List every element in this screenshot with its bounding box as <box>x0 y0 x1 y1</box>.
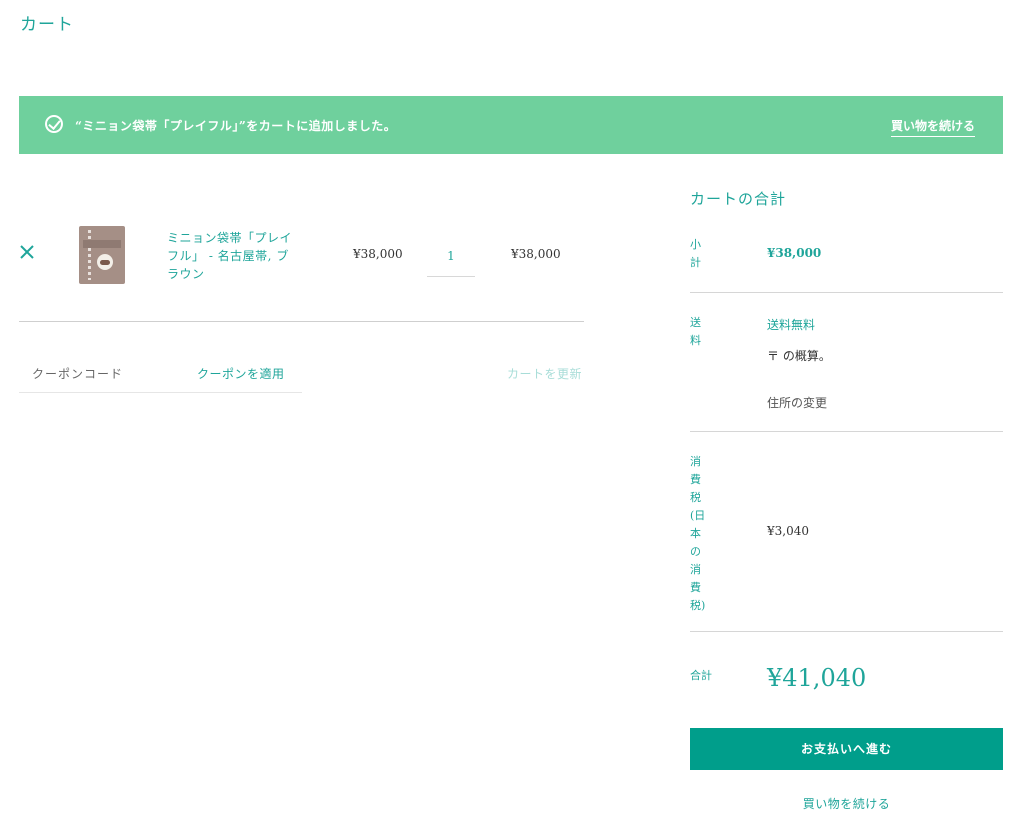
shipping-value: 送料無料 <box>767 318 816 332</box>
cart-divider <box>19 321 584 322</box>
product-price: ¥38,000 <box>353 247 403 261</box>
quantity-input[interactable]: 1 <box>427 240 475 277</box>
totals-divider <box>690 431 1003 432</box>
apply-coupon-button[interactable]: クーポンを適用 <box>197 365 285 382</box>
continue-shopping-link[interactable]: 買い物を続ける <box>690 795 1003 812</box>
totals-divider <box>690 631 1003 632</box>
tax-value: ¥3,040 <box>767 524 809 538</box>
notice-message: “ミニョン袋帯「プレイフル」”をカートに追加しました。 <box>75 119 397 133</box>
product-thumbnail[interactable] <box>79 226 125 284</box>
subtotal-label: 小計 <box>690 238 701 269</box>
shipping-estimate: 〒 の概算。 <box>767 349 831 363</box>
check-circle-icon <box>45 115 63 133</box>
cart-totals-title: カートの合計 <box>690 190 787 208</box>
change-address-link[interactable]: 住所の変更 <box>767 394 827 411</box>
proceed-to-checkout-button[interactable]: お支払いへ進む <box>690 728 1003 770</box>
update-cart-button[interactable]: カートを更新 <box>507 365 582 382</box>
shipping-label: 送料 <box>690 316 701 347</box>
total-value: ¥41,040 <box>767 664 867 692</box>
coupon-placeholder: クーポンコード <box>32 367 124 381</box>
total-label: 合計 <box>690 669 712 682</box>
product-name-link[interactable]: ミニョン袋帯「プレイフル」 - 名古屋帯, ブラウン <box>167 229 297 283</box>
totals-divider <box>690 292 1003 293</box>
notice-continue-shopping-link[interactable]: 買い物を続ける <box>890 117 975 137</box>
page-title: カート <box>20 15 74 35</box>
remove-item-icon[interactable] <box>19 244 37 262</box>
added-to-cart-notice: “ミニョン袋帯「プレイフル」”をカートに追加しました。 買い物を続ける <box>19 96 1003 154</box>
subtotal-value: ¥38,000 <box>767 246 822 260</box>
tax-label: 消費税(日本の消費税) <box>690 455 706 612</box>
item-subtotal: ¥38,000 <box>511 247 561 261</box>
